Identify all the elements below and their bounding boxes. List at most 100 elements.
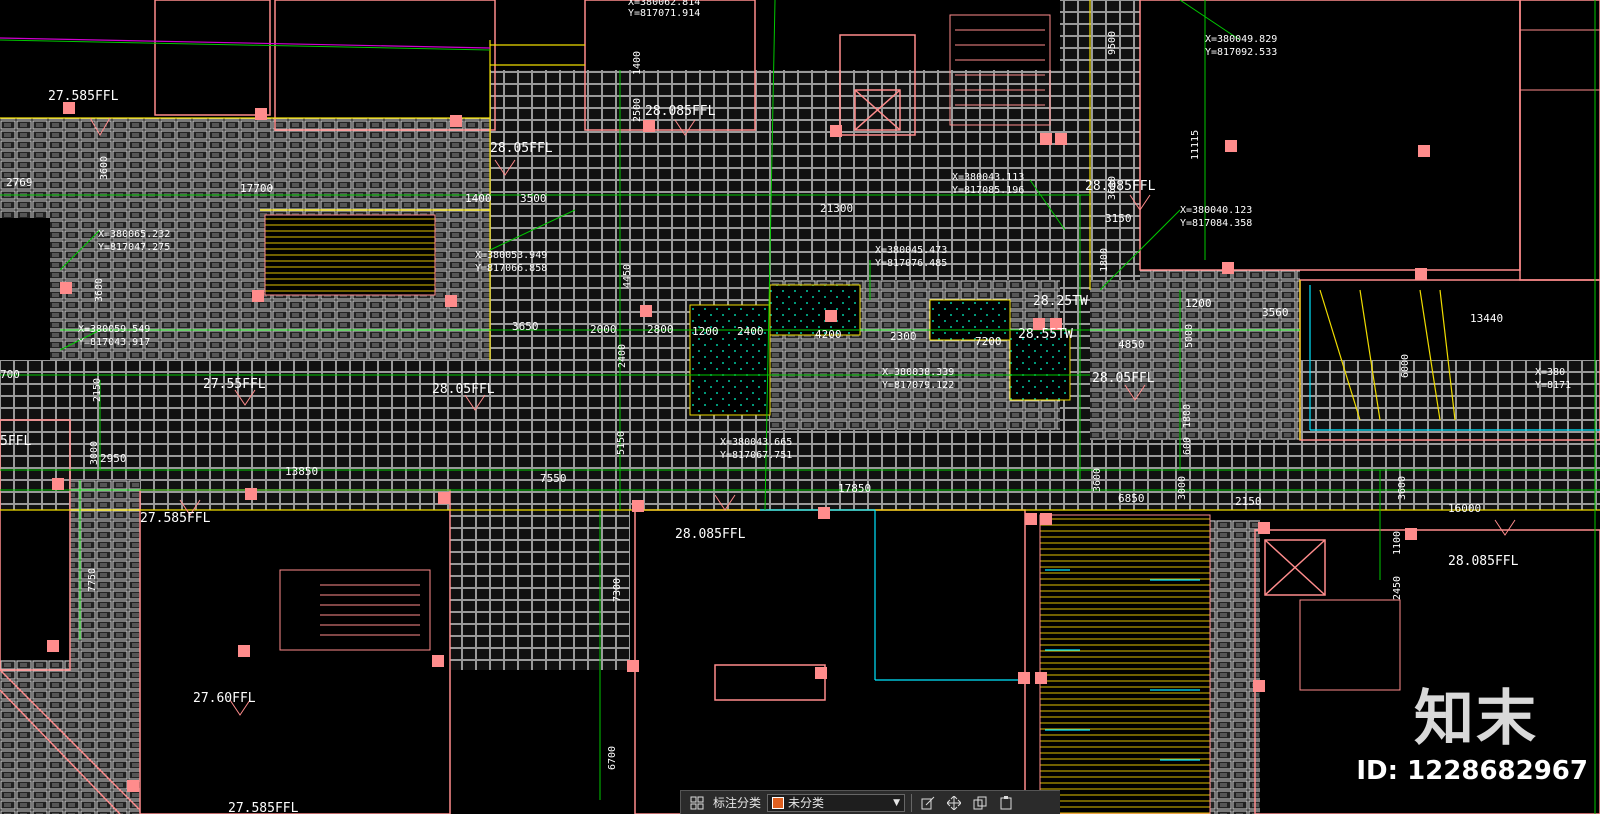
dimension-label: 1800 [1099, 248, 1110, 272]
level-label: 28.05FFL [1092, 371, 1155, 386]
svg-text:X=380053.949: X=380053.949 [475, 250, 547, 261]
category-color-swatch [772, 796, 785, 809]
planter-bed-3 [929, 299, 1011, 341]
dimension-label: 7200 [975, 335, 1002, 348]
dimension-label: 1200 [1185, 297, 1212, 310]
dimension-label: 1400 [632, 51, 643, 75]
level-label: 28.085FFL [1448, 554, 1519, 569]
stair-upper-left [264, 214, 436, 296]
svg-text:X=380045.473: X=380045.473 [875, 245, 947, 256]
level-label: 27.585FFL [48, 89, 119, 104]
level-label: 27.60FFL [193, 691, 256, 706]
level-label: 28.55TW [1018, 327, 1073, 342]
paving-upper-spine [1060, 0, 1140, 280]
paste-icon[interactable] [996, 793, 1016, 813]
chevron-down-icon: ▼ [893, 797, 901, 808]
svg-text:Y=817092.533: Y=817092.533 [1205, 47, 1277, 58]
level-label: 28.25TW [1033, 294, 1088, 309]
level-label: 27.585FFL [228, 801, 299, 814]
dimension-label: 2800 [647, 323, 674, 336]
dimension-label: 6000 [1400, 354, 1411, 378]
building-top-left-2 [274, 0, 496, 131]
building-lower-center [634, 509, 1026, 814]
level-label: 28.085FFL [1085, 179, 1156, 194]
dimension-label: 3000 [1177, 476, 1188, 500]
paving-lower-left [0, 660, 140, 814]
svg-text:X=380040.123: X=380040.123 [1180, 205, 1252, 216]
svg-text:Y=817066.858: Y=817066.858 [475, 263, 547, 274]
annotation-toolbar: 标注分类 未分类 ▼ [680, 790, 1060, 814]
dimension-label: 16000 [1448, 502, 1481, 515]
dimension-label: 1400 [465, 192, 492, 205]
dimension-label: 3000 [89, 441, 100, 465]
dimension-label: 7550 [540, 472, 567, 485]
dimension-label: 3600 [1092, 468, 1103, 492]
dimension-label: 1100 [1392, 531, 1403, 555]
svg-text:X=380059.549: X=380059.549 [78, 324, 150, 335]
dimension-label: 2950 [100, 452, 127, 465]
svg-text:X=380043.665: X=380043.665 [720, 437, 792, 448]
annotation-category-select[interactable]: 未分类 ▼ [767, 793, 906, 812]
magenta-line [0, 37, 491, 49]
paving-right-block [1090, 270, 1300, 440]
copy-icon[interactable] [970, 793, 990, 813]
dimension-label: 6850 [1118, 492, 1145, 505]
dimension-label: 5000 [1184, 324, 1195, 348]
svg-text:X=380065.232: X=380065.232 [98, 229, 170, 240]
dimension-label: 17850 [838, 482, 871, 495]
svg-text:Y=817071.914: Y=817071.914 [628, 8, 700, 19]
annotation-category-label: 标注分类 [713, 796, 762, 810]
dimension-label: 3600 [94, 278, 105, 302]
coordinate-pair: X=380040.123 Y=817084.358 [1180, 205, 1252, 229]
dimension-label: 5150 [616, 431, 627, 455]
svg-text:X=380049.829: X=380049.829 [1205, 34, 1277, 45]
watermark-logo: 知末 [1414, 684, 1538, 754]
dimension-label: 7300 [612, 578, 623, 602]
dimension-label: 1200 [692, 325, 719, 338]
level-label: 27.55FFL [203, 377, 266, 392]
dimension-label: 600 [1182, 437, 1193, 455]
dimension-label: 17700 [240, 182, 273, 195]
svg-text:Y=817085.196: Y=817085.196 [952, 185, 1024, 196]
dimension-label: 4850 [1118, 338, 1145, 351]
dimension-label: 3560 [1262, 306, 1289, 319]
paving-lower-spine [450, 490, 630, 670]
dimension-label: 2150 [1235, 495, 1262, 508]
dimension-label: 2400 [617, 344, 628, 368]
coordinate-pair: X=380049.829 Y=817092.533 [1205, 34, 1277, 58]
category-selected-value: 未分类 [788, 796, 825, 810]
grid-icon[interactable] [687, 793, 707, 813]
dimension-label: 700 [0, 368, 20, 381]
watermark-id: ID: 1228682967 [1356, 756, 1588, 786]
dimension-label: 1800 [1182, 404, 1193, 428]
stair-lower-right [1299, 599, 1401, 691]
dimension-label: 4200 [815, 328, 842, 341]
move-icon[interactable] [944, 793, 964, 813]
level-label: 27.585FFL [140, 511, 211, 526]
building-top-left [154, 0, 271, 116]
svg-text:X=380043.113: X=380043.113 [952, 172, 1024, 183]
dimension-label: 2150 [92, 378, 103, 402]
dimension-label: 2450 [1392, 576, 1403, 600]
edit-icon[interactable] [918, 793, 938, 813]
svg-text:X=380062.814: X=380062.814 [628, 0, 700, 8]
svg-text:Y=817067.751: Y=817067.751 [720, 450, 792, 461]
dimension-label: 6700 [607, 746, 618, 770]
dimension-label: 9500 [1107, 31, 1118, 55]
level-label: 28.05FFL [432, 382, 495, 397]
stair-top-right [1519, 29, 1600, 91]
dimension-label: 2000 [590, 323, 617, 336]
coordinate-pair: X=380062.814Y=817071.914 [628, 0, 700, 19]
level-label: 28.085FFL [645, 104, 716, 119]
svg-text:Y=817084.358: Y=817084.358 [1180, 218, 1252, 229]
dimension-label: 2300 [890, 330, 917, 343]
dimension-label: 3600 [1107, 176, 1118, 200]
ramp-lower-center [1039, 514, 1211, 814]
kiosk-lower-center [714, 664, 826, 701]
dimension-label: 11115 [1190, 130, 1201, 160]
dimension-label: 3500 [520, 192, 547, 205]
stair-lower-left-treads [320, 584, 420, 636]
cad-drawing-canvas[interactable]: 27.585FFL 28.05FFL 28.085FFL 28.085FFL 2… [0, 0, 1600, 814]
toolbar-divider [911, 793, 913, 812]
paving-right-lower [1210, 520, 1260, 814]
